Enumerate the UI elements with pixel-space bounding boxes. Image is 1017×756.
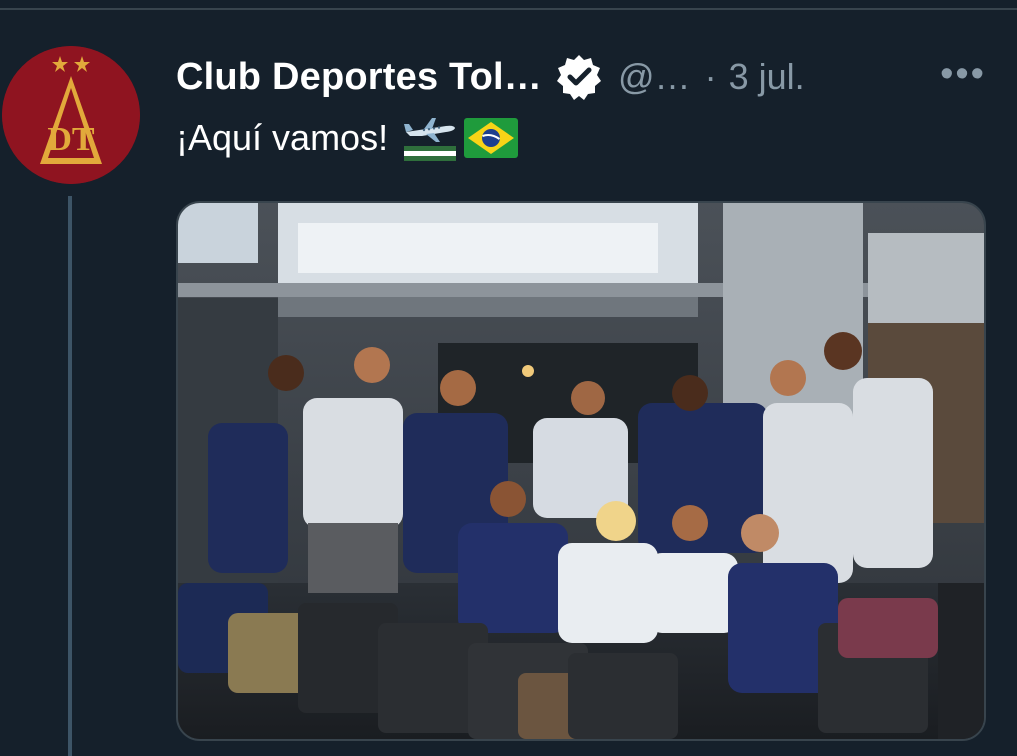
tweet-header: Club Deportes Tol… @… · 3 jul. ••• [176, 52, 986, 102]
avatar[interactable]: DT [2, 46, 140, 184]
separator: · [704, 56, 717, 97]
brazil-flag-icon [464, 118, 519, 158]
author-handle[interactable]: @… [618, 56, 691, 98]
svg-text:DT: DT [47, 121, 95, 158]
tweet-body: ¡Aquí vamos! [176, 114, 519, 162]
tolima-flag-icon [404, 146, 457, 161]
tweet-text: ¡Aquí vamos! [176, 117, 389, 158]
tweet-date[interactable]: 3 jul. [729, 56, 805, 98]
author-name[interactable]: Club Deportes Tol… [176, 56, 542, 99]
airplane-icon [402, 114, 458, 162]
tweet-photo[interactable] [176, 201, 986, 741]
team-photo-image [178, 203, 984, 739]
more-options-button[interactable]: ••• [940, 52, 986, 96]
top-divider [0, 8, 1017, 10]
airplane-emoji [404, 118, 456, 142]
verified-badge-icon [554, 52, 604, 102]
club-crest-icon: DT [2, 46, 140, 184]
thread-line [68, 196, 72, 756]
